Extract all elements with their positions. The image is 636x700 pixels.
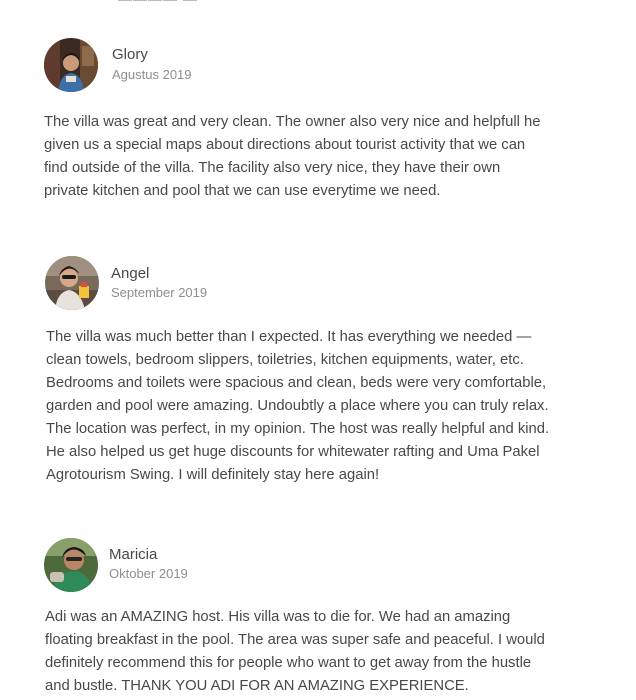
review-text-line: Adi was an AMAZING host. His villa was t… <box>45 609 511 625</box>
review-text-line: and bustle. THANK YOU ADI FOR AN AMAZING… <box>45 678 469 694</box>
review-text-line: The location was perfect, in my opinion.… <box>46 421 550 437</box>
reviewer-name[interactable]: Angel <box>111 265 149 282</box>
review-text-line: floating breakfast in the pool. The area… <box>45 632 545 648</box>
review-text-line: garden and pool were amazing. Undoubtly … <box>46 398 549 414</box>
reviewer-avatar[interactable] <box>44 538 98 592</box>
review-text-line: He also helped us get huge discounts for… <box>46 444 540 460</box>
review-text: The villa was much better than I expecte… <box>46 326 549 487</box>
reviewer-avatar[interactable] <box>45 256 99 310</box>
review-text-line: The villa was great and very clean. The … <box>44 114 541 130</box>
review-text-line: The villa was much better than I expecte… <box>46 329 532 345</box>
review-date: Oktober 2019 <box>109 566 188 581</box>
previous-review-date-cutoff: ———— — <box>118 0 198 7</box>
review-text-line: find outside of the villa. The facility … <box>44 160 501 176</box>
reviewer-name[interactable]: Glory <box>112 46 148 63</box>
review-text-line: clean towels, bedroom slippers, toiletri… <box>46 352 524 368</box>
review-text: The villa was great and very clean. The … <box>44 111 541 203</box>
review-date: September 2019 <box>111 285 208 300</box>
reviewer-avatar[interactable] <box>44 38 98 92</box>
review-date: Agustus 2019 <box>112 67 192 82</box>
review-text-line: Bedrooms and toilets were spacious and c… <box>46 375 547 391</box>
review-text-line: Agrotourism Swing. I will definitely sta… <box>46 467 380 483</box>
review-text: Adi was an AMAZING host. His villa was t… <box>45 606 545 698</box>
review-text-line: private kitchen and pool that we can use… <box>44 183 441 199</box>
review-text-line: definitely recommend this for people who… <box>45 655 532 671</box>
reviewer-name[interactable]: Maricia <box>109 546 157 563</box>
review-text-line: given us a special maps about directions… <box>44 137 526 153</box>
